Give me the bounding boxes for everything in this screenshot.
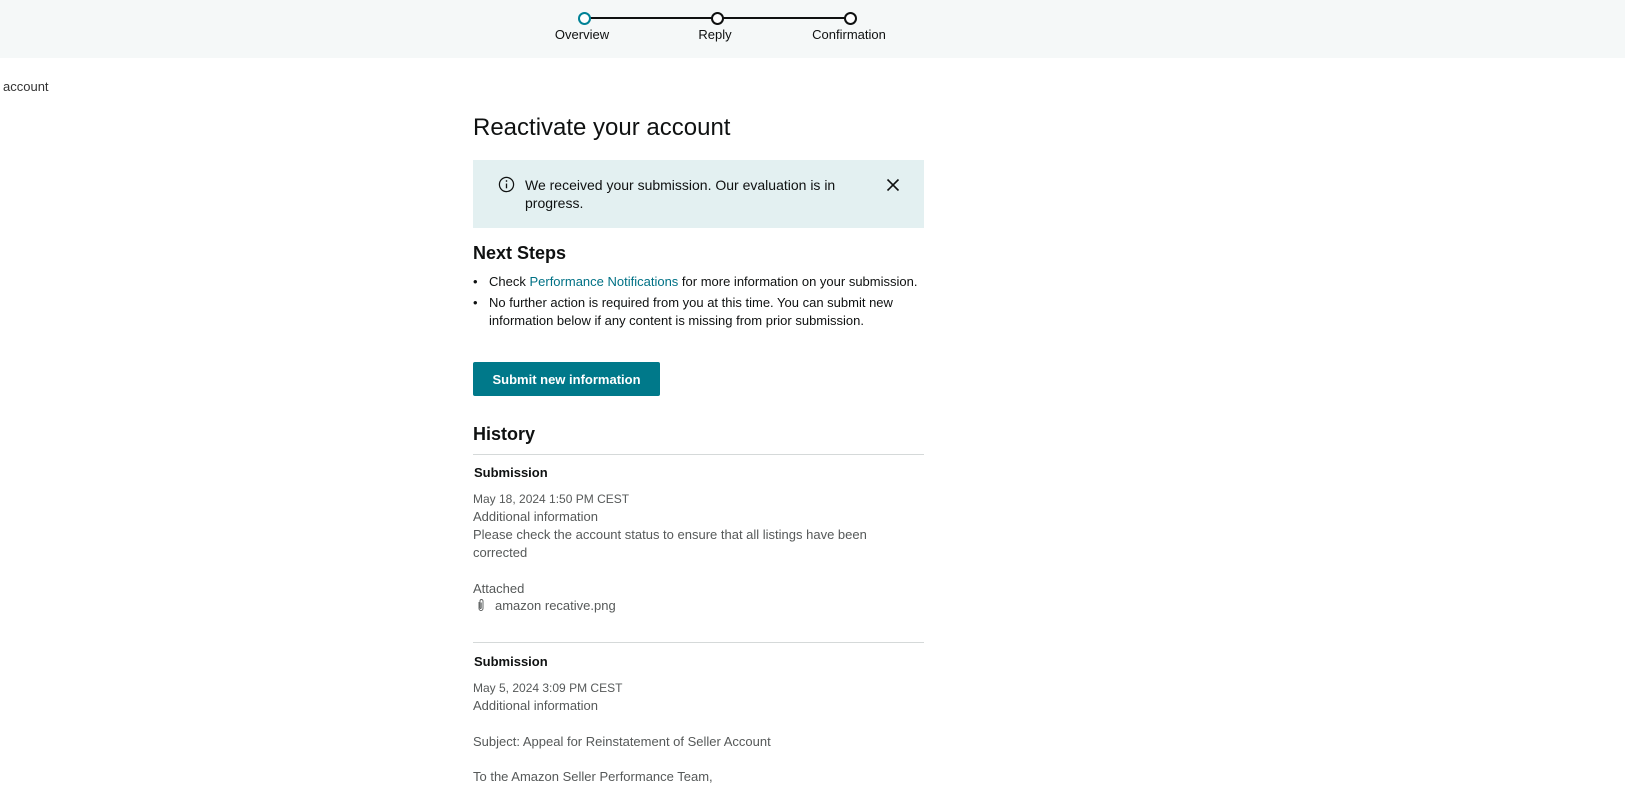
alert-message: We received your submission. Our evaluat… bbox=[525, 177, 836, 211]
step-confirmation-label: Confirmation bbox=[812, 27, 886, 42]
submission-title: Submission bbox=[474, 654, 548, 669]
submission-date: May 18, 2024 1:50 PM CEST bbox=[473, 492, 630, 506]
next-step-item: Check Performance Notifications for more… bbox=[473, 273, 924, 291]
close-icon[interactable] bbox=[886, 178, 900, 192]
next-step-item: No further action is required from you a… bbox=[473, 294, 924, 330]
stepper-line-1 bbox=[584, 17, 719, 19]
step-overview-label: Overview bbox=[554, 27, 610, 42]
breadcrumb[interactable]: account bbox=[3, 79, 49, 94]
stepper-line-2 bbox=[717, 17, 851, 19]
next-steps-heading: Next Steps bbox=[473, 243, 567, 263]
submission-type: Additional information bbox=[473, 509, 599, 524]
submission-divider bbox=[473, 642, 924, 643]
attached-label: Attached bbox=[473, 581, 525, 596]
history-divider bbox=[473, 454, 924, 455]
info-icon bbox=[498, 176, 515, 193]
submission-greeting: To the Amazon Seller Performance Team, bbox=[473, 769, 713, 784]
next-steps-list: Check Performance Notifications for more… bbox=[473, 273, 924, 333]
next-step-text: for more information on your submission. bbox=[678, 274, 918, 289]
step-overview-dot bbox=[578, 12, 591, 25]
submission-body: Please check the account status to ensur… bbox=[473, 527, 867, 560]
attachment-row[interactable]: amazon recative.png bbox=[473, 598, 616, 613]
next-step-text: Check bbox=[489, 274, 530, 289]
submission-subject: Subject: Appeal for Reinstatement of Sel… bbox=[473, 734, 771, 749]
performance-notifications-link[interactable]: Performance Notifications bbox=[529, 274, 678, 289]
attachment-filename[interactable]: amazon recative.png bbox=[495, 598, 616, 613]
page-title: Reactivate your account bbox=[473, 114, 731, 141]
paperclip-icon bbox=[478, 599, 484, 611]
step-confirmation-dot bbox=[844, 12, 857, 25]
submission-date: May 5, 2024 3:09 PM CEST bbox=[473, 681, 623, 695]
submission-type: Additional information bbox=[473, 698, 599, 713]
submit-new-information-button[interactable]: Submit new information bbox=[473, 362, 660, 396]
submission-title: Submission bbox=[474, 465, 548, 480]
step-reply-label: Reply bbox=[698, 27, 732, 42]
progress-stepper: Overview Reply Confirmation bbox=[0, 0, 1625, 58]
history-heading: History bbox=[473, 424, 536, 444]
step-reply-dot bbox=[711, 12, 724, 25]
info-alert: We received your submission. Our evaluat… bbox=[473, 160, 924, 228]
